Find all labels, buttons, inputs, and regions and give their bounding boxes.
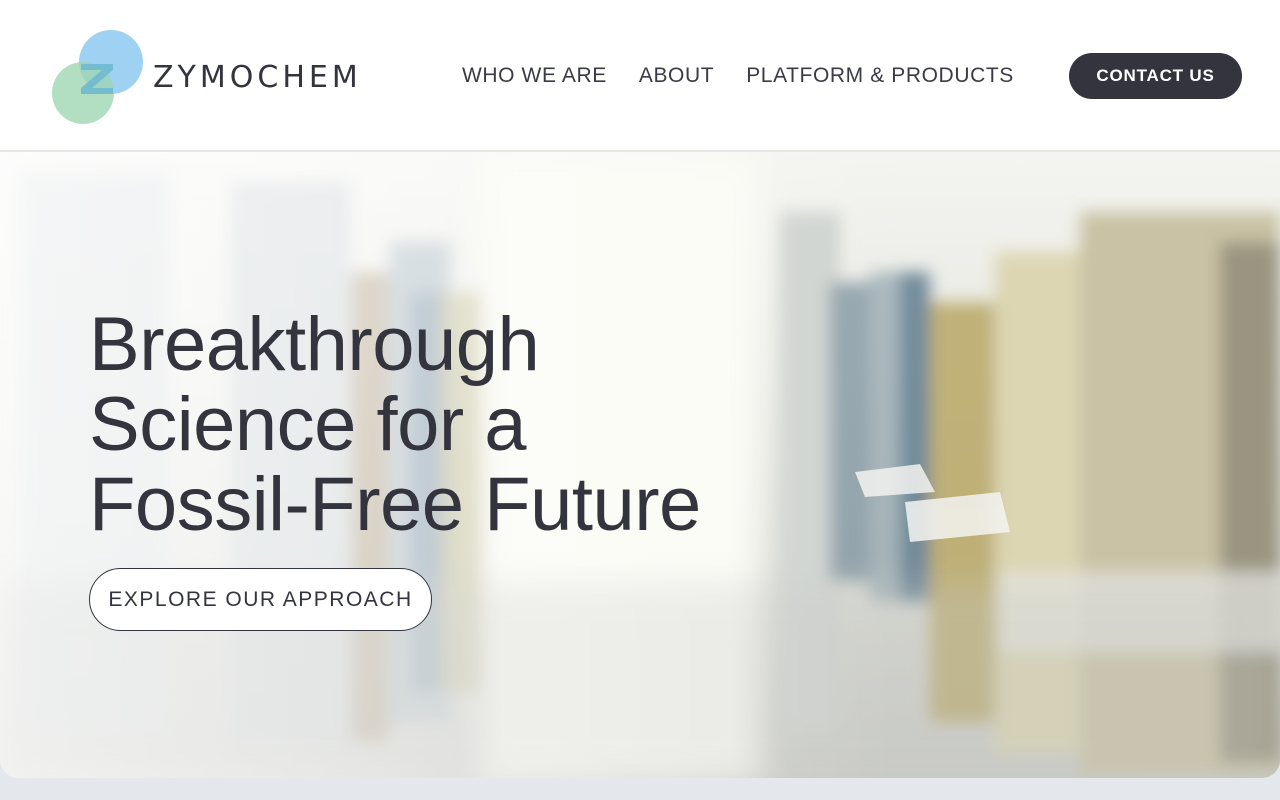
headline-line-2: Science for a <box>89 382 527 467</box>
hero-headline: Breakthrough Science for a Fossil-Free F… <box>89 305 789 545</box>
logo-link[interactable]: ZYMOCHEM <box>50 28 360 128</box>
nav-item-about[interactable]: ABOUT <box>623 58 730 94</box>
nav-item-platform-products[interactable]: PLATFORM & PRODUCTS <box>730 58 1030 94</box>
hero-section: Breakthrough Science for a Fossil-Free F… <box>0 152 1280 778</box>
nav-item-who-we-are[interactable]: WHO WE ARE <box>446 58 623 94</box>
contact-us-button[interactable]: CONTACT US <box>1069 53 1242 99</box>
headline-line-3: Fossil-Free Future <box>89 462 701 547</box>
headline-line-1: Breakthrough <box>89 302 540 387</box>
site-header: ZYMOCHEM WHO WE ARE ABOUT PLATFORM & PRO… <box>0 0 1280 151</box>
main-nav: WHO WE ARE ABOUT PLATFORM & PRODUCTS <box>446 58 1030 94</box>
logo-mark-icon <box>52 30 143 124</box>
explore-approach-button[interactable]: EXPLORE OUR APPROACH <box>89 568 432 631</box>
logo-wordmark: ZYMOCHEM <box>153 60 362 95</box>
